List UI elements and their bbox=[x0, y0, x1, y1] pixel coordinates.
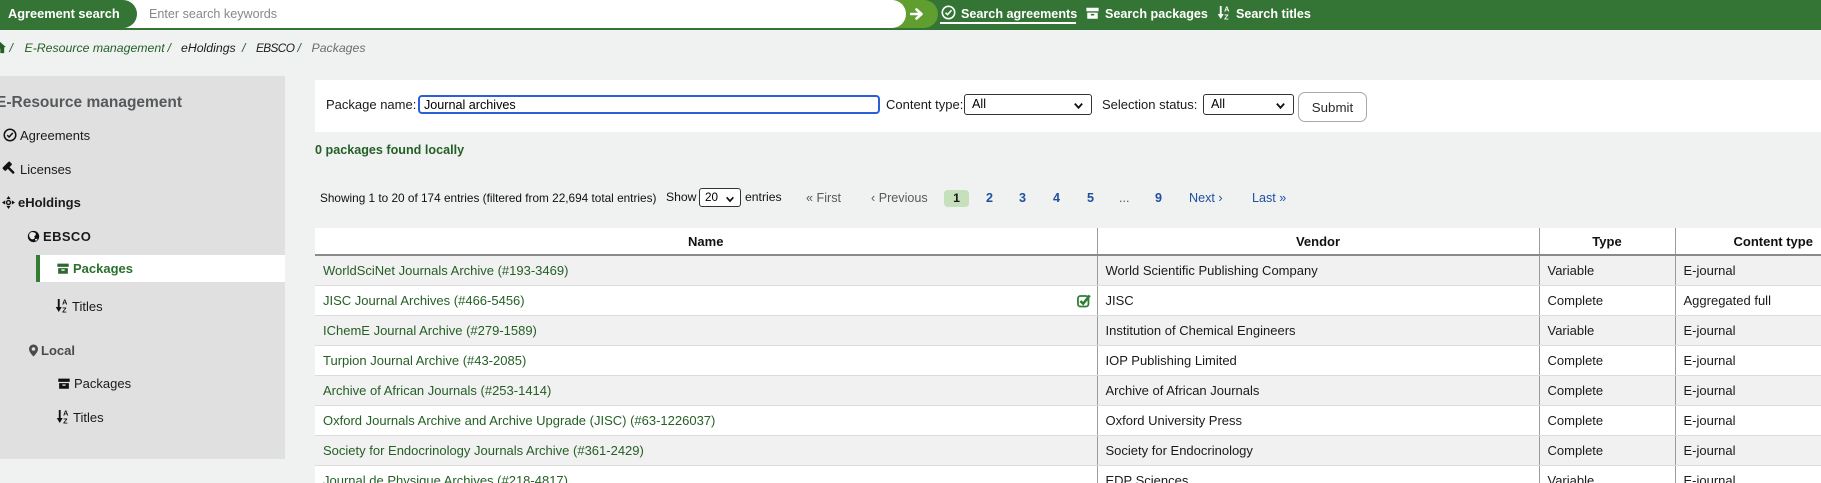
svg-text:Z: Z bbox=[63, 416, 68, 424]
svg-text:Z: Z bbox=[62, 305, 67, 313]
svg-text:Z: Z bbox=[1224, 12, 1229, 20]
